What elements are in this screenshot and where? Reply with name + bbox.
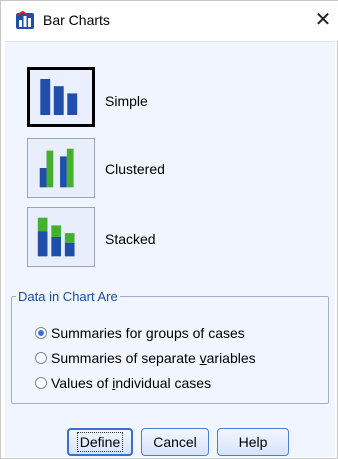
radio-unselected-icon[interactable] [35, 352, 47, 364]
chart-type-simple-label: Simple [105, 93, 148, 109]
radio-label-mnemonic: g [145, 325, 154, 341]
radio-label-pre: Summaries for [51, 325, 146, 341]
define-button-label: Define [76, 432, 124, 452]
stacked-bar-chart-icon [37, 217, 75, 257]
chart-type-clustered-label: Clustered [105, 161, 165, 177]
chart-type-stacked-label: Stacked [105, 231, 156, 247]
radio-label-post: ndividual cases [115, 375, 212, 391]
radio-label-mnemonic: v [199, 350, 207, 366]
chart-type-simple-button[interactable] [27, 67, 95, 127]
close-icon: ✕ [314, 9, 332, 31]
data-in-chart-legend: Data in Chart Are [18, 289, 118, 304]
cancel-button[interactable]: Cancel [141, 428, 209, 456]
window-title: Bar Charts [43, 12, 110, 28]
clustered-bar-chart-icon [39, 148, 74, 188]
simple-bar-chart-icon [40, 79, 78, 115]
chart-type-stacked-button[interactable] [27, 207, 95, 267]
radio-label-pre: Summaries of separate [51, 350, 200, 366]
title-bar: Bar Charts ✕ [1, 1, 338, 41]
bar-charts-dialog: Bar Charts ✕ Simple Clustered Stacked Da… [0, 0, 338, 459]
radio-values-individual[interactable]: Values of individual cases [35, 375, 211, 391]
radio-selected-icon[interactable] [35, 327, 47, 339]
radio-summaries-groups[interactable]: Summaries for groups of cases [35, 325, 245, 341]
radio-label-post: ariables [206, 350, 256, 366]
radio-label-pre: Values of [51, 375, 113, 391]
chart-type-clustered-button[interactable] [27, 138, 95, 198]
help-button[interactable]: Help [217, 428, 289, 456]
bar-chart-app-icon [16, 11, 34, 29]
cancel-button-label: Cancel [153, 434, 197, 450]
radio-label-post: roups of cases [153, 325, 245, 341]
radio-unselected-icon[interactable] [35, 377, 47, 389]
define-button[interactable]: Define [67, 428, 133, 456]
help-button-label: Help [238, 434, 268, 450]
close-button[interactable]: ✕ [311, 5, 335, 35]
radio-summaries-variables[interactable]: Summaries of separate variables [35, 350, 256, 366]
dialog-content: Simple Clustered Stacked Data in Chart A… [5, 41, 335, 457]
